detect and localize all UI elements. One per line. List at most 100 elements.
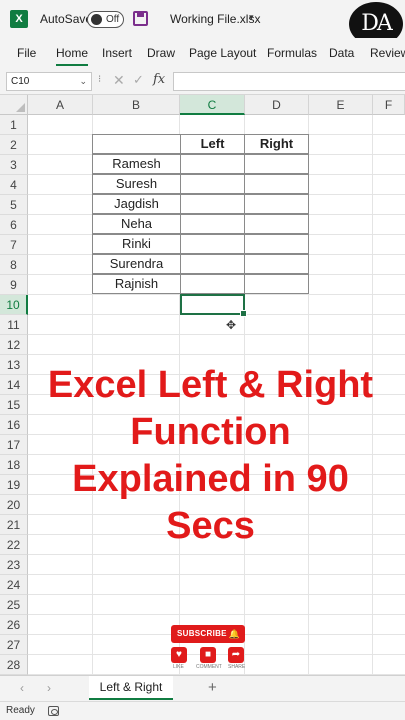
row-header-28[interactable]: 28 <box>0 655 28 675</box>
row-header-12[interactable]: 12 <box>0 335 28 355</box>
gridline <box>28 334 405 335</box>
more-icon[interactable]: ⁝ <box>98 74 101 85</box>
row-header-26[interactable]: 26 <box>0 615 28 635</box>
video-title-overlay: Excel Left & Right Function Explained in… <box>18 362 403 550</box>
table-cell-left[interactable] <box>180 194 245 214</box>
column-header-f[interactable]: F <box>373 95 405 115</box>
row-header-24[interactable]: 24 <box>0 575 28 595</box>
comment-label: COMMENT <box>196 664 222 670</box>
table-cell-right[interactable] <box>244 274 309 294</box>
gridline <box>28 594 405 595</box>
comment-icon[interactable]: ■ <box>200 647 216 663</box>
column-header-c[interactable]: C <box>180 95 245 115</box>
table-cell-left[interactable] <box>180 254 245 274</box>
row-header-8[interactable]: 8 <box>0 255 28 275</box>
row-header-5[interactable]: 5 <box>0 195 28 215</box>
row-header-10[interactable]: 10 <box>0 295 28 315</box>
sheet-tab-left-right[interactable]: Left & Right <box>89 676 173 700</box>
title-line: Explained in 90 <box>72 458 349 500</box>
table-cell-name[interactable]: Rinki <box>92 234 181 254</box>
bell-icon: 🔔 <box>228 629 240 639</box>
select-all-corner[interactable] <box>0 95 28 115</box>
tab-data[interactable]: Data <box>329 46 354 60</box>
row-header-6[interactable]: 6 <box>0 215 28 235</box>
like-label: LIKE <box>173 664 184 670</box>
share-label: SHARE <box>228 664 246 670</box>
chevron-down-icon[interactable]: ⌄ <box>79 73 87 90</box>
row-header-27[interactable]: 27 <box>0 635 28 655</box>
active-cell-c10[interactable] <box>180 294 247 317</box>
tab-home[interactable]: Home <box>56 46 89 66</box>
table-cell-name[interactable]: Neha <box>92 214 181 234</box>
add-sheet-icon[interactable]: + <box>208 679 217 696</box>
subscribe-button[interactable]: SUBSCRIBE 🔔 <box>171 625 245 643</box>
save-icon[interactable] <box>133 11 148 26</box>
table-cell-right[interactable] <box>244 214 309 234</box>
table-cell-name[interactable]: Surendra <box>92 254 181 274</box>
title-bar: X AutoSave Off Working File.xlsx ▾ DA <box>0 0 405 46</box>
table-header-cell[interactable]: Left <box>180 134 245 154</box>
column-header-b[interactable]: B <box>93 95 180 115</box>
row-header-25[interactable]: 25 <box>0 595 28 615</box>
row-header-11[interactable]: 11 <box>0 315 28 335</box>
accessibility-icon[interactable] <box>48 706 59 716</box>
chevron-down-icon[interactable]: ▾ <box>249 12 254 23</box>
name-box[interactable]: C10 ⌄ <box>6 72 92 91</box>
autosave-toggle[interactable]: Off <box>87 11 124 28</box>
autosave-label: AutoSave <box>40 12 93 26</box>
gridline <box>28 614 405 615</box>
column-header-d[interactable]: D <box>245 95 309 115</box>
gridline <box>28 354 405 355</box>
table-header-cell[interactable] <box>92 134 181 154</box>
share-icon[interactable]: ➦ <box>228 647 244 663</box>
formula-input[interactable] <box>173 72 405 91</box>
row-header-2[interactable]: 2 <box>0 135 28 155</box>
table-cell-left[interactable] <box>180 214 245 234</box>
row-header-9[interactable]: 9 <box>0 275 28 295</box>
table-cell-name[interactable]: Jagdish <box>92 194 181 214</box>
title-line: Function <box>130 411 291 453</box>
table-cell-right[interactable] <box>244 194 309 214</box>
subscribe-label: SUBSCRIBE <box>177 629 227 638</box>
tab-insert[interactable]: Insert <box>102 46 132 60</box>
table-cell-left[interactable] <box>180 234 245 254</box>
tab-page-layout[interactable]: Page Layout <box>189 46 256 60</box>
table-cell-right[interactable] <box>244 174 309 194</box>
formula-bar: C10 ⌄ ⁝ ✕ ✓ fx <box>0 68 405 95</box>
table-cell-name[interactable]: Rajnish <box>92 274 181 294</box>
row-header-1[interactable]: 1 <box>0 115 28 135</box>
tab-formulas[interactable]: Formulas <box>267 46 317 60</box>
gridline <box>28 654 405 655</box>
heart-icon[interactable]: ♥ <box>171 647 187 663</box>
insert-function-icon[interactable]: fx <box>153 72 165 87</box>
sheet-tab-bar: ‹ › Left & Right + <box>0 675 405 701</box>
file-name[interactable]: Working File.xlsx <box>170 12 260 26</box>
row-header-4[interactable]: 4 <box>0 175 28 195</box>
tab-draw[interactable]: Draw <box>147 46 175 60</box>
chevron-left-icon[interactable]: ‹ <box>20 681 24 695</box>
column-header-a[interactable]: A <box>28 95 93 115</box>
autosave-state: Off <box>106 14 120 25</box>
table-cell-right[interactable] <box>244 234 309 254</box>
enter-icon[interactable]: ✓ <box>133 72 144 88</box>
table-cell-left[interactable] <box>180 154 245 174</box>
chevron-right-icon[interactable]: › <box>47 681 51 695</box>
row-header-23[interactable]: 23 <box>0 555 28 575</box>
name-box-value: C10 <box>11 76 30 87</box>
table-cell-right[interactable] <box>244 154 309 174</box>
row-header-7[interactable]: 7 <box>0 235 28 255</box>
tab-review[interactable]: Review <box>370 46 405 60</box>
title-line: Excel Left & Right <box>47 364 374 406</box>
title-line: Secs <box>166 505 255 547</box>
table-cell-right[interactable] <box>244 254 309 274</box>
toggle-knob <box>91 14 102 25</box>
cancel-icon[interactable]: ✕ <box>113 72 125 89</box>
table-cell-name[interactable]: Suresh <box>92 174 181 194</box>
table-cell-left[interactable] <box>180 174 245 194</box>
column-header-e[interactable]: E <box>309 95 373 115</box>
table-cell-left[interactable] <box>180 274 245 294</box>
row-header-3[interactable]: 3 <box>0 155 28 175</box>
tab-file[interactable]: File <box>17 46 36 60</box>
table-cell-name[interactable]: Ramesh <box>92 154 181 174</box>
table-header-cell[interactable]: Right <box>244 134 309 154</box>
